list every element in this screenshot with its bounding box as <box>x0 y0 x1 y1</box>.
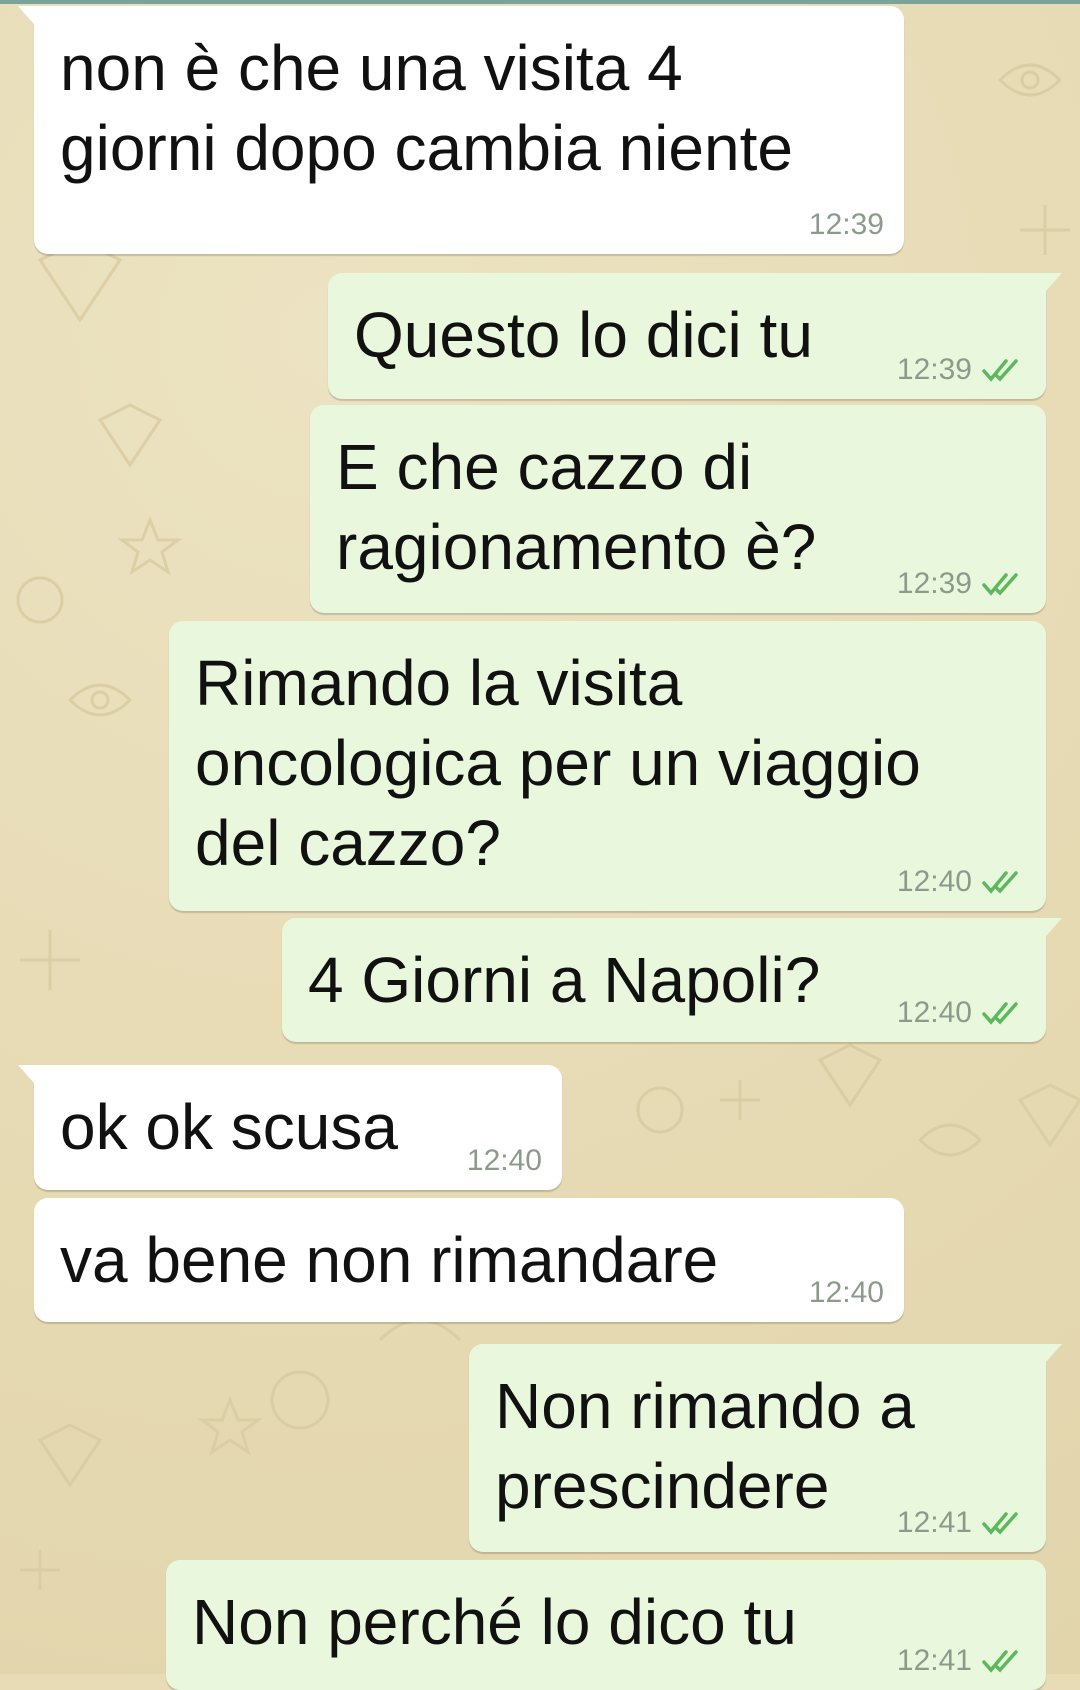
message-text-line: va bene non rimandare <box>60 1224 719 1296</box>
read-double-check-icon <box>982 1002 1018 1025</box>
incoming-message-bubble[interactable]: non è che una visita 4 giorni dopo cambia… <box>18 6 904 254</box>
message-timestamp: 12:40 <box>808 1276 884 1309</box>
read-double-check-icon <box>982 1512 1018 1535</box>
message-meta: 12:40 <box>897 996 1026 1030</box>
message-timestamp: 12:40 <box>896 865 972 898</box>
message-text-line: Questo lo dici tu <box>354 299 813 371</box>
message-meta: 12:41 <box>897 1506 1026 1540</box>
message-meta: 12:39 <box>897 567 1026 601</box>
message-timestamp: 12:41 <box>896 1506 972 1539</box>
message-text: Rimando la visita oncologica per un viagg… <box>195 643 921 883</box>
message-timestamp: 12:40 <box>896 996 972 1029</box>
message-text-line: Rimando la visita <box>195 647 683 719</box>
message-meta: 12:39 <box>897 353 1026 387</box>
message-text-line: 4 Giorni a Napoli? <box>308 944 821 1016</box>
message-text-line: giorni dopo cambia niente <box>60 112 793 184</box>
message-timestamp: 12:39 <box>896 353 972 386</box>
message-text-line: oncologica per un viaggio <box>195 727 921 799</box>
message-text-line: Non rimando a <box>495 1370 915 1442</box>
message-text: Non perché lo dico tu <box>192 1582 797 1662</box>
incoming-message-bubble[interactable]: ok ok scusa 12:40 <box>18 1065 562 1190</box>
message-meta: 12:39 <box>809 208 884 242</box>
message-text-line: non è che una visita 4 <box>60 32 683 104</box>
message-text-line: Non perché lo dico tu <box>192 1586 797 1658</box>
outgoing-message-bubble[interactable]: 4 Giorni a Napoli? 12:40 <box>282 918 1062 1042</box>
message-timestamp: 12:40 <box>466 1144 542 1177</box>
message-text: Questo lo dici tu <box>354 295 813 375</box>
message-meta: 12:40 <box>467 1144 542 1178</box>
read-double-check-icon <box>982 573 1018 596</box>
message-text-line: prescindere <box>495 1450 830 1522</box>
message-text: E che cazzo di ragionamento è? <box>336 427 816 587</box>
incoming-message-bubble[interactable]: va bene non rimandare 12:40 <box>34 1198 904 1322</box>
message-timestamp: 12:41 <box>896 1644 972 1677</box>
message-meta: 12:40 <box>809 1276 884 1310</box>
outgoing-message-bubble[interactable]: E che cazzo di ragionamento è? 12:39 <box>310 405 1046 613</box>
message-text-line: ok ok scusa <box>60 1091 398 1163</box>
outgoing-message-bubble[interactable]: Questo lo dici tu 12:39 <box>328 273 1062 399</box>
read-double-check-icon <box>982 359 1018 382</box>
outgoing-message-bubble[interactable]: Rimando la visita oncologica per un viagg… <box>169 621 1046 911</box>
message-text-line: del cazzo? <box>195 807 501 879</box>
outgoing-message-bubble[interactable]: Non rimando a prescindere 12:41 <box>469 1344 1062 1552</box>
read-double-check-icon <box>982 1650 1018 1673</box>
outgoing-message-bubble[interactable]: Non perché lo dico tu 12:41 <box>166 1560 1046 1690</box>
message-meta: 12:41 <box>897 1644 1026 1678</box>
read-double-check-icon <box>982 871 1018 894</box>
message-timestamp: 12:39 <box>896 567 972 600</box>
message-text: ok ok scusa <box>60 1087 398 1167</box>
message-timestamp: 12:39 <box>808 208 884 241</box>
message-text: va bene non rimandare <box>60 1220 718 1300</box>
message-text-line: E che cazzo di <box>336 431 753 503</box>
message-text-line: ragionamento è? <box>336 511 817 583</box>
message-text: Non rimando a prescindere <box>495 1366 915 1526</box>
message-text: non è che una visita 4 giorni dopo cambia… <box>60 28 793 188</box>
message-meta: 12:40 <box>897 865 1026 899</box>
message-text: 4 Giorni a Napoli? <box>308 940 820 1020</box>
